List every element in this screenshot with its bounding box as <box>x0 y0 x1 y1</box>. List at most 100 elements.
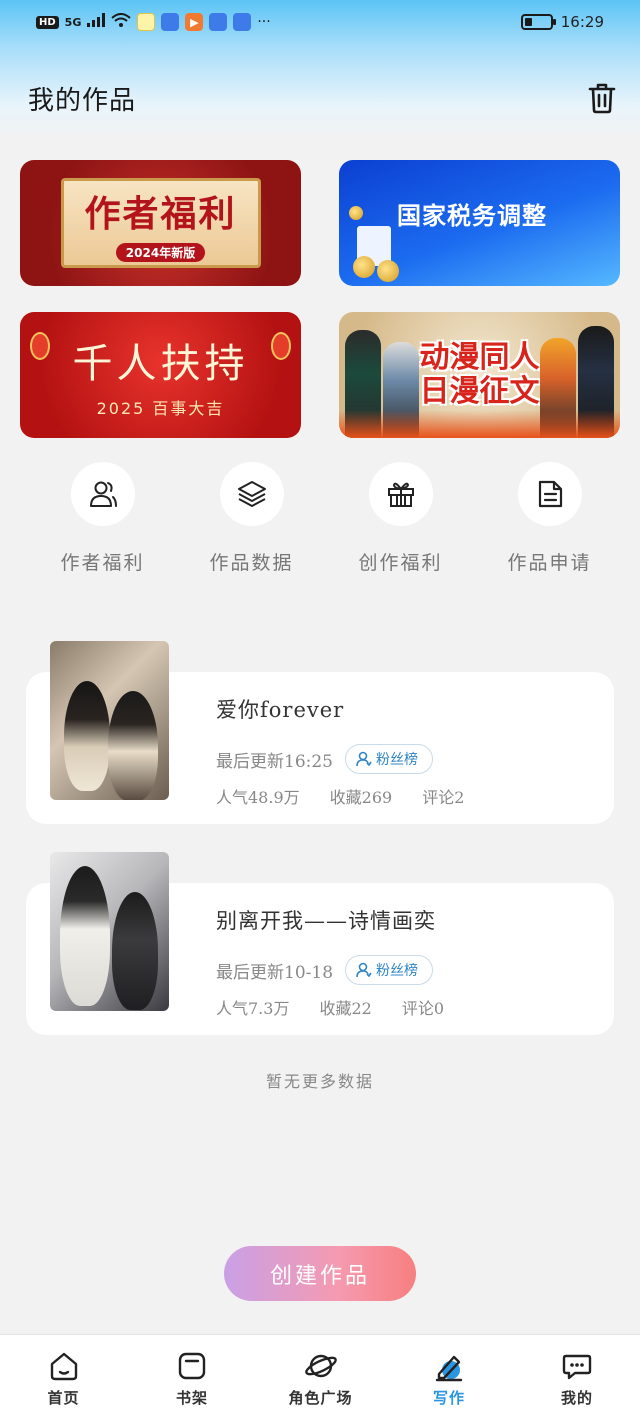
work-popularity: 人气7.3万 <box>216 999 290 1018</box>
banner-tax-adjustment[interactable]: 国家税务调整 <box>339 160 620 286</box>
work-card[interactable]: 别离开我——诗情画奕 最后更新10-18 粉丝榜 人气7.3万 收藏22 评论0 <box>26 852 614 1035</box>
network-type: 5G <box>64 15 82 29</box>
fans-rank-label: 粉丝榜 <box>376 752 418 768</box>
hd-badge: HD <box>36 15 59 29</box>
empty-state-text: 暂无更多数据 <box>265 1072 374 1091</box>
nav-label: 首页 <box>47 1389 80 1407</box>
fans-rank-button[interactable]: 粉丝榜 <box>345 744 433 774</box>
nav-item-mine[interactable]: 我的 <box>514 1335 640 1422</box>
planet-icon <box>304 1349 338 1383</box>
quick-links: 作者福利 作品数据 创作福利 作品申请 <box>28 462 624 575</box>
status-bar: HD 5G ▶ ··· 16:29 <box>0 0 640 44</box>
work-cover-image <box>50 852 169 1011</box>
work-comments: 评论0 <box>401 999 445 1018</box>
layers-icon <box>237 481 266 507</box>
chat-icon <box>560 1349 594 1383</box>
nav-item-home[interactable]: 首页 <box>0 1335 127 1422</box>
quick-link-author-benefits[interactable]: 作者福利 <box>28 462 177 575</box>
work-comments: 评论2 <box>422 788 465 807</box>
nav-label: 书架 <box>175 1389 208 1407</box>
nav-label: 写作 <box>432 1389 465 1407</box>
create-work-button[interactable]: 创建作品 <box>224 1246 416 1301</box>
banner-grid: 作者福利 2024年新版 国家税务调整 千人扶持 2025 百事大吉 动漫同人 … <box>20 160 620 438</box>
banner-title-line2: 日漫征文 <box>419 374 540 409</box>
banner-title: 千人扶持 <box>72 341 249 387</box>
banner-scroll: 作者福利 2024年新版 <box>60 178 261 268</box>
work-updated: 最后更新16:25 <box>216 751 333 772</box>
fans-rank-button[interactable]: 粉丝榜 <box>345 955 434 985</box>
quick-link-circle <box>517 462 582 526</box>
lantern-illustration <box>30 332 50 360</box>
quick-link-circle <box>219 462 284 526</box>
banner-tag: 2024年新版 <box>115 242 206 262</box>
quick-link-circle <box>368 462 433 526</box>
banner-title: 作者福利 <box>84 192 237 235</box>
lantern-illustration <box>271 332 291 360</box>
nav-item-bookshelf[interactable]: 书架 <box>127 1335 257 1422</box>
more-notifications: ··· <box>257 14 271 30</box>
gift-icon <box>387 482 414 507</box>
cover-figure <box>112 892 158 1010</box>
battery-icon <box>520 14 556 30</box>
users-icon <box>89 481 117 507</box>
baidu-icon <box>161 13 180 31</box>
work-meta: 最后更新10-18 粉丝榜 <box>216 955 434 985</box>
nav-label: 角色广场 <box>288 1389 353 1407</box>
banner-subtitle: 2025 百事大吉 <box>96 399 225 418</box>
quick-link-work-application[interactable]: 作品申请 <box>475 462 624 575</box>
work-cover-image <box>50 641 169 800</box>
quick-link-label: 创作福利 <box>358 552 443 574</box>
video-app-icon: ▶ <box>185 13 204 31</box>
fans-rank-label: 粉丝榜 <box>376 963 419 979</box>
delete-button[interactable] <box>586 80 618 116</box>
nav-item-role-square[interactable]: 角色广场 <box>257 1335 384 1422</box>
coin-illustration <box>353 256 375 278</box>
home-icon <box>47 1349 81 1383</box>
banner-title: 国家税务调整 <box>397 202 547 230</box>
battery-level <box>524 18 532 26</box>
bookshelf-icon <box>175 1349 209 1383</box>
user-icon <box>356 751 372 767</box>
quick-link-label: 作者福利 <box>60 552 145 574</box>
coin-illustration <box>377 260 399 282</box>
bottom-nav: 首页 书架 角色广场 写作 我的 <box>0 1334 640 1422</box>
baidu-icon <box>209 13 228 31</box>
work-meta: 最后更新16:25 粉丝榜 <box>216 744 433 774</box>
work-card[interactable]: 爱你forever 最后更新16:25 粉丝榜 人气48.9万 收藏269 评论… <box>26 641 614 824</box>
document-icon <box>538 480 562 508</box>
quick-link-circle <box>70 462 135 526</box>
cover-figure <box>108 691 158 800</box>
work-favorites: 收藏269 <box>329 788 393 807</box>
wifi-icon <box>111 13 132 31</box>
nav-label: 我的 <box>560 1389 593 1407</box>
quick-link-creation-benefits[interactable]: 创作福利 <box>326 462 475 575</box>
signal-icon <box>87 13 106 31</box>
work-favorites: 收藏22 <box>319 999 372 1018</box>
pen-icon <box>432 1349 466 1383</box>
cover-figure <box>64 681 110 791</box>
quick-link-label: 作品申请 <box>507 552 592 574</box>
status-right: 16:29 <box>520 13 604 31</box>
coin-illustration <box>349 206 363 220</box>
banner-title-line1: 动漫同人 <box>419 340 540 375</box>
page-title: 我的作品 <box>28 85 137 116</box>
nav-item-writing[interactable]: 写作 <box>384 1335 514 1422</box>
work-stats: 人气48.9万 收藏269 评论2 <box>216 784 464 808</box>
trash-icon <box>588 83 616 114</box>
fire-illustration <box>339 410 620 438</box>
work-title: 别离开我——诗情画奕 <box>216 909 436 933</box>
app-notification-icon <box>137 13 156 31</box>
banner-thousand-support[interactable]: 千人扶持 2025 百事大吉 <box>20 312 301 438</box>
status-left: HD 5G ▶ ··· <box>36 13 271 31</box>
cover-figure <box>60 866 110 1006</box>
page-header: 我的作品 <box>28 78 618 118</box>
work-stats: 人气7.3万 收藏22 评论0 <box>216 995 444 1019</box>
status-time: 16:29 <box>560 13 604 31</box>
quick-link-label: 作品数据 <box>209 552 294 574</box>
banner-author-benefits[interactable]: 作者福利 2024年新版 <box>20 160 301 286</box>
user-icon <box>356 962 372 978</box>
quick-link-work-data[interactable]: 作品数据 <box>177 462 326 575</box>
work-updated: 最后更新10-18 <box>216 962 334 983</box>
work-popularity: 人气48.9万 <box>216 788 300 807</box>
banner-anime-contest[interactable]: 动漫同人 日漫征文 <box>339 312 620 438</box>
